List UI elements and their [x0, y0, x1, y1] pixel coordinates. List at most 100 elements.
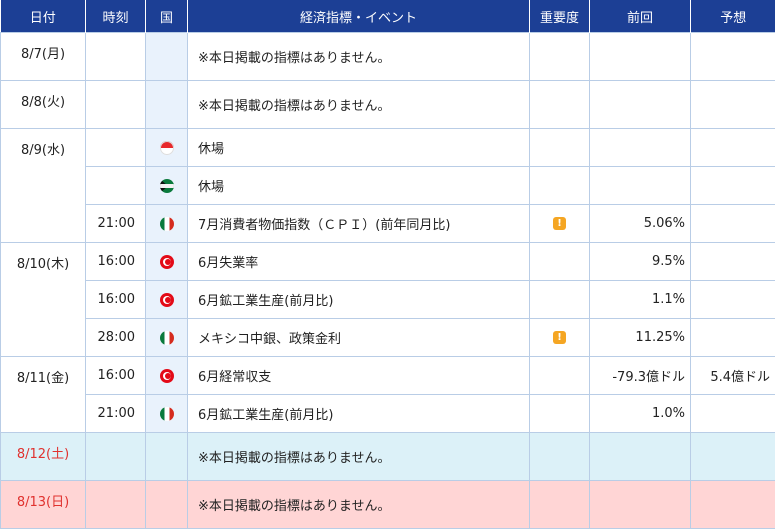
event-cell: 休場	[188, 129, 530, 167]
date-cell: 8/11(金)	[1, 357, 86, 433]
importance-cell	[530, 243, 590, 281]
header-importance: 重要度	[530, 0, 590, 33]
event-cell: ※本日掲載の指標はありません。	[188, 433, 530, 481]
date-cell: 8/13(日)	[1, 481, 86, 529]
previous-cell: 1.0%	[590, 395, 691, 433]
previous-cell	[590, 433, 691, 481]
time-cell: 16:00	[86, 357, 146, 395]
date-cell: 8/9(水)	[1, 129, 86, 243]
country-cell	[146, 481, 188, 529]
previous-cell: 1.1%	[590, 281, 691, 319]
date-cell: 8/7(月)	[1, 33, 86, 81]
importance-cell	[530, 167, 590, 205]
previous-cell	[590, 167, 691, 205]
table-row: 16:00 6月鉱工業生産(前月比) 1.1%	[1, 281, 775, 319]
forecast-cell	[691, 281, 775, 319]
previous-cell: -79.3億ドル	[590, 357, 691, 395]
header-forecast: 予想	[691, 0, 775, 33]
forecast-cell	[691, 319, 775, 357]
importance-warning-icon: !	[553, 217, 566, 230]
importance-cell	[530, 357, 590, 395]
table-row: 休場	[1, 167, 775, 205]
event-cell: 6月鉱工業生産(前月比)	[188, 395, 530, 433]
date-cell: 8/8(火)	[1, 81, 86, 129]
country-cell	[146, 395, 188, 433]
forecast-cell	[691, 81, 775, 129]
importance-cell	[530, 129, 590, 167]
table-row: 8/12(土) ※本日掲載の指標はありません。	[1, 433, 775, 481]
event-cell: 6月失業率	[188, 243, 530, 281]
country-cell	[146, 243, 188, 281]
header-date: 日付	[1, 0, 86, 33]
importance-cell	[530, 481, 590, 529]
header-event: 経済指標・イベント	[188, 0, 530, 33]
table-row: 28:00 メキシコ中銀、政策金利 ! 11.25%	[1, 319, 775, 357]
previous-cell	[590, 481, 691, 529]
time-cell: 16:00	[86, 281, 146, 319]
table-row: 8/13(日) ※本日掲載の指標はありません。	[1, 481, 775, 529]
turkey-flag-icon	[160, 369, 174, 383]
time-cell: 21:00	[86, 395, 146, 433]
importance-warning-icon: !	[553, 331, 566, 344]
forecast-cell	[691, 395, 775, 433]
date-cell: 8/12(土)	[1, 433, 86, 481]
country-cell	[146, 129, 188, 167]
date-cell: 8/10(木)	[1, 243, 86, 357]
table-row: 8/11(金) 16:00 6月経常収支 -79.3億ドル 5.4億ドル	[1, 357, 775, 395]
forecast-cell	[691, 33, 775, 81]
time-cell: 28:00	[86, 319, 146, 357]
forecast-cell	[691, 167, 775, 205]
table-row: 8/9(水) 休場	[1, 129, 775, 167]
economic-calendar-table: 日付 時刻 国 経済指標・イベント 重要度 前回 予想 8/7(月) ※本日掲載…	[0, 0, 775, 529]
event-cell: 7月消費者物価指数（ＣＰＩ）(前年同月比)	[188, 205, 530, 243]
singapore-flag-icon	[160, 141, 174, 155]
forecast-cell	[691, 481, 775, 529]
time-cell: 21:00	[86, 205, 146, 243]
importance-cell	[530, 33, 590, 81]
previous-cell: 5.06%	[590, 205, 691, 243]
table-row: 21:00 7月消費者物価指数（ＣＰＩ）(前年同月比) ! 5.06%	[1, 205, 775, 243]
time-cell	[86, 129, 146, 167]
country-cell	[146, 357, 188, 395]
forecast-cell	[691, 129, 775, 167]
event-cell: 6月鉱工業生産(前月比)	[188, 281, 530, 319]
time-cell	[86, 167, 146, 205]
time-cell	[86, 481, 146, 529]
importance-cell: !	[530, 205, 590, 243]
event-cell: ※本日掲載の指標はありません。	[188, 481, 530, 529]
event-cell: メキシコ中銀、政策金利	[188, 319, 530, 357]
south-africa-flag-icon	[160, 179, 174, 193]
table-row: 21:00 6月鉱工業生産(前月比) 1.0%	[1, 395, 775, 433]
table-row: 8/8(火) ※本日掲載の指標はありません。	[1, 81, 775, 129]
previous-cell: 9.5%	[590, 243, 691, 281]
table-row: 8/10(木) 16:00 6月失業率 9.5%	[1, 243, 775, 281]
country-cell	[146, 281, 188, 319]
previous-cell: 11.25%	[590, 319, 691, 357]
importance-cell	[530, 81, 590, 129]
event-cell: 休場	[188, 167, 530, 205]
event-cell: ※本日掲載の指標はありません。	[188, 33, 530, 81]
time-cell	[86, 33, 146, 81]
importance-cell	[530, 433, 590, 481]
importance-cell	[530, 395, 590, 433]
table-row: 8/7(月) ※本日掲載の指標はありません。	[1, 33, 775, 81]
turkey-flag-icon	[160, 255, 174, 269]
event-cell: 6月経常収支	[188, 357, 530, 395]
country-cell	[146, 433, 188, 481]
mexico-flag-icon	[160, 407, 174, 421]
country-cell	[146, 205, 188, 243]
time-cell	[86, 433, 146, 481]
previous-cell	[590, 129, 691, 167]
mexico-flag-icon	[160, 331, 174, 345]
importance-cell	[530, 281, 590, 319]
mexico-flag-icon	[160, 217, 174, 231]
country-cell	[146, 81, 188, 129]
country-cell	[146, 33, 188, 81]
forecast-cell	[691, 205, 775, 243]
time-cell: 16:00	[86, 243, 146, 281]
forecast-cell: 5.4億ドル	[691, 357, 775, 395]
turkey-flag-icon	[160, 293, 174, 307]
table-header-row: 日付 時刻 国 経済指標・イベント 重要度 前回 予想	[1, 0, 775, 33]
country-cell	[146, 319, 188, 357]
importance-cell: !	[530, 319, 590, 357]
